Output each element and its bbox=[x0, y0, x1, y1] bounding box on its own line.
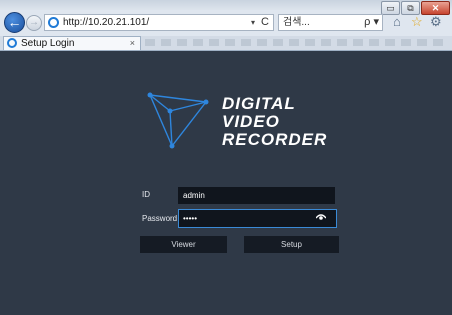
address-bar[interactable]: http://10.20.21.101/ ▾ C bbox=[44, 14, 274, 31]
navigation-bar: ← → http://10.20.21.101/ ▾ C 검색... ρ ▾ ⌂… bbox=[0, 12, 452, 34]
brand-line-3: RECORDER bbox=[222, 130, 328, 149]
tab-title: Setup Login bbox=[21, 38, 75, 49]
back-button[interactable]: ← bbox=[4, 12, 25, 33]
password-label: Password bbox=[142, 214, 178, 223]
triangle-logo-icon bbox=[147, 92, 209, 149]
forward-button[interactable]: → bbox=[26, 15, 42, 31]
search-box[interactable]: 검색... ρ ▾ bbox=[278, 14, 383, 31]
eye-icon[interactable] bbox=[316, 213, 326, 221]
password-field[interactable]: ••••• bbox=[178, 209, 337, 228]
password-value[interactable]: ••••• bbox=[183, 214, 197, 223]
tab-bar: Setup Login × bbox=[0, 36, 452, 51]
id-field[interactable]: admin bbox=[178, 187, 335, 204]
gear-icon[interactable]: ⚙ bbox=[430, 15, 442, 29]
viewer-button[interactable]: Viewer bbox=[140, 236, 227, 253]
login-page: DIGITAL VIDEO RECORDER ID admin Password… bbox=[0, 51, 452, 315]
brand-title: DIGITAL VIDEO RECORDER bbox=[222, 95, 327, 149]
blurred-tabs bbox=[145, 39, 445, 46]
ie-logo-icon bbox=[48, 17, 59, 28]
refresh-icon[interactable]: C bbox=[261, 15, 269, 30]
brand-line-1: DIGITAL bbox=[222, 94, 296, 113]
setup-button[interactable]: Setup bbox=[244, 236, 339, 253]
id-label: ID bbox=[142, 190, 150, 199]
star-icon[interactable]: ☆ bbox=[411, 15, 423, 29]
brand-line-2: VIDEO bbox=[222, 112, 280, 131]
tab-setup-login[interactable]: Setup Login × bbox=[3, 36, 141, 50]
address-dropdown-icon[interactable]: ▾ bbox=[251, 16, 255, 30]
search-placeholder[interactable]: 검색... bbox=[283, 16, 310, 30]
search-icon[interactable]: ρ ▾ bbox=[364, 15, 379, 30]
address-url[interactable]: http://10.20.21.101/ bbox=[63, 16, 149, 30]
ie-logo-icon bbox=[7, 38, 17, 48]
home-icon[interactable]: ⌂ bbox=[393, 15, 401, 29]
browser-chrome: ▭ ⧉ ✕ ← → http://10.20.21.101/ ▾ C 검색...… bbox=[0, 0, 452, 51]
tab-close-icon[interactable]: × bbox=[130, 37, 135, 50]
